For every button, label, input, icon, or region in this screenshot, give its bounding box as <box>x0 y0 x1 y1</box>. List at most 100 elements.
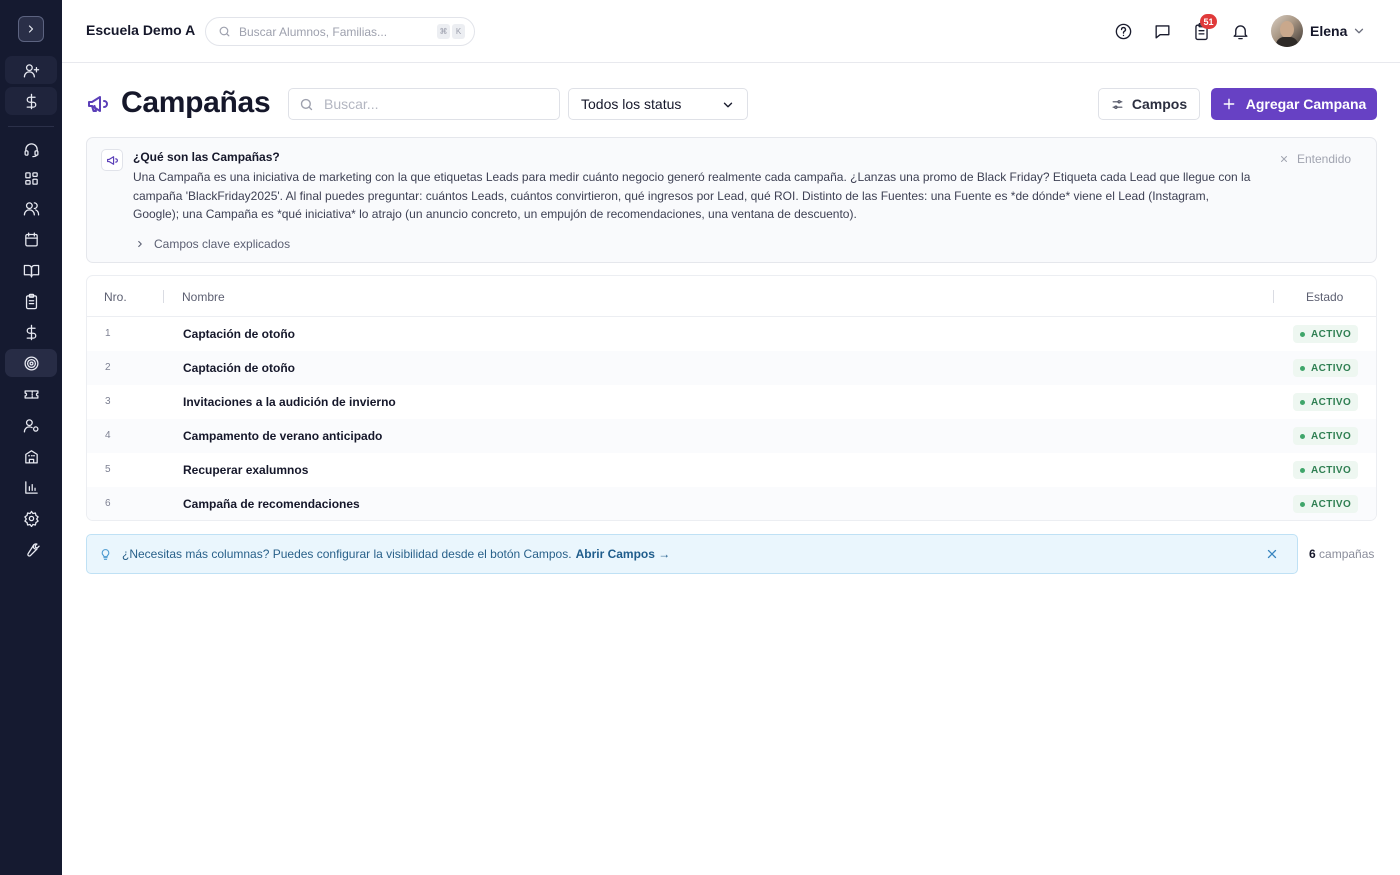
ticket-icon <box>23 389 39 399</box>
column-header-name[interactable]: Nombre <box>182 290 225 304</box>
shortcut-cmd-key: ⌘ <box>437 24 450 39</box>
campaigns-info-card: ¿Qué son las Campañas? Una Campaña es un… <box>86 137 1377 263</box>
column-header-number[interactable]: Nro. <box>104 290 127 304</box>
sidebar-item-dashboard[interactable] <box>5 164 57 192</box>
row-number: 1 <box>105 328 111 339</box>
user-settings-icon <box>23 418 39 433</box>
status-filter-value: Todos los status <box>581 96 682 112</box>
status-dot <box>1300 433 1305 439</box>
campaign-name[interactable]: Invitaciones a la audición de invierno <box>183 395 396 409</box>
gear-icon <box>23 510 39 527</box>
row-number: 5 <box>105 464 111 475</box>
chevron-down-icon[interactable] <box>1352 24 1366 38</box>
megaphone-icon <box>106 155 118 165</box>
sidebar-item-support[interactable] <box>5 135 57 163</box>
campaign-name[interactable]: Captación de otoño <box>183 361 295 375</box>
column-header-status[interactable]: Estado <box>1306 290 1343 304</box>
info-icon-box <box>101 149 123 171</box>
campaign-name[interactable]: Captación de otoño <box>183 327 295 341</box>
key-fields-label: Campos clave explicados <box>154 237 291 251</box>
megaphone-icon <box>88 96 108 112</box>
table-row[interactable]: 2 Captación de otoño ACTIVO <box>87 351 1376 385</box>
column-resize-handle[interactable] <box>163 290 164 303</box>
status-label: ACTIVO <box>1311 362 1352 374</box>
sidebar-item-calendar[interactable] <box>5 225 57 253</box>
status-label: ACTIVO <box>1311 464 1352 476</box>
sidebar-item-tickets[interactable] <box>5 380 57 408</box>
sidebar-item-billing[interactable] <box>5 318 57 346</box>
columns-hint-banner: ¿Necesitas más columnas? Puedes configur… <box>86 534 1298 574</box>
shortcut-k-key: K <box>452 24 465 39</box>
key-fields-toggle[interactable]: Campos clave explicados <box>135 237 290 251</box>
school-name: Escuela Demo A <box>86 22 196 38</box>
campaign-name[interactable]: Campaña de recomendaciones <box>183 497 360 511</box>
close-icon <box>1281 156 1287 162</box>
user-avatar[interactable] <box>1271 15 1303 47</box>
column-resize-handle[interactable] <box>1273 290 1274 303</box>
campaign-search[interactable] <box>288 88 560 120</box>
book-open-icon <box>23 264 39 278</box>
help-button[interactable] <box>1112 20 1134 42</box>
sidebar-item-add-lead[interactable] <box>5 56 57 84</box>
campaign-name[interactable]: Recuperar exalumnos <box>183 463 308 477</box>
page-title: Campañas <box>121 86 271 119</box>
row-number: 4 <box>105 430 111 441</box>
status-badge: ACTIVO <box>1293 393 1359 411</box>
add-campaign-button[interactable]: Agregar Campana <box>1211 88 1377 120</box>
sidebar-item-payments[interactable] <box>5 87 57 115</box>
open-campos-link[interactable]: Abrir Campos → <box>576 547 671 561</box>
lightbulb-icon <box>101 548 110 560</box>
status-badge: ACTIVO <box>1293 495 1359 513</box>
status-badge: ACTIVO <box>1293 325 1359 343</box>
global-search-input[interactable] <box>239 24 429 39</box>
table-row[interactable]: 1 Captación de otoño ACTIVO <box>87 317 1376 351</box>
table-row[interactable]: 5 Recuperar exalumnos ACTIVO <box>87 453 1376 487</box>
sidebar-item-courses[interactable] <box>5 256 57 284</box>
sidebar-item-staff[interactable] <box>5 411 57 439</box>
campos-button[interactable]: Campos <box>1098 88 1200 120</box>
sidebar-item-locations[interactable] <box>5 442 57 470</box>
bell-icon <box>1232 24 1248 39</box>
plus-icon <box>1223 98 1235 110</box>
status-dot <box>1300 331 1305 337</box>
tasks-count-badge: 51 <box>1200 14 1217 29</box>
add-campaign-label: Agregar Campana <box>1245 96 1367 112</box>
table-row[interactable]: 4 Campamento de verano anticipado ACTIVO <box>87 419 1376 453</box>
sliders-icon <box>1112 99 1123 109</box>
search-icon <box>300 98 313 110</box>
status-badge: ACTIVO <box>1293 461 1359 479</box>
sidebar-item-settings[interactable] <box>5 504 57 532</box>
sidebar-expand-button[interactable] <box>18 16 44 42</box>
messages-button[interactable] <box>1151 20 1173 42</box>
sidebar-item-campaigns[interactable] <box>5 349 57 377</box>
wrench-icon <box>26 542 40 557</box>
target-icon <box>23 355 39 371</box>
info-dismiss-button[interactable]: Entendido <box>1279 152 1351 166</box>
info-title: ¿Qué son las Campañas? <box>133 150 280 164</box>
global-search[interactable]: ⌘ K <box>205 17 475 46</box>
sidebar-item-tools[interactable] <box>5 535 57 563</box>
close-icon[interactable] <box>1265 547 1279 561</box>
sidebar-divider <box>8 126 54 127</box>
table-row[interactable]: 6 Campaña de recomendaciones ACTIVO <box>87 487 1376 520</box>
sidebar-item-tasks[interactable] <box>5 287 57 315</box>
message-square-icon <box>1154 24 1170 39</box>
clipboard-icon <box>25 293 37 309</box>
search-icon <box>219 26 230 37</box>
sidebar-item-people[interactable] <box>5 194 57 222</box>
user-name[interactable]: Elena <box>1310 23 1347 39</box>
chevron-down-icon <box>723 102 733 108</box>
notifications-button[interactable] <box>1229 20 1251 42</box>
table-row[interactable]: 3 Invitaciones a la audición de invierno… <box>87 385 1376 419</box>
campaign-name[interactable]: Campamento de verano anticipado <box>183 429 382 443</box>
status-dot <box>1300 365 1305 371</box>
campaign-search-input[interactable] <box>324 96 544 112</box>
status-label: ACTIVO <box>1311 328 1352 340</box>
sidebar <box>0 0 62 875</box>
campaign-count: 6 campañas <box>1309 547 1374 561</box>
sidebar-item-reports[interactable] <box>5 473 57 501</box>
campaign-count-value: 6 <box>1309 547 1316 561</box>
status-filter-select[interactable]: Todos los status <box>568 88 748 120</box>
status-dot <box>1300 399 1305 405</box>
campos-button-label: Campos <box>1131 96 1188 112</box>
